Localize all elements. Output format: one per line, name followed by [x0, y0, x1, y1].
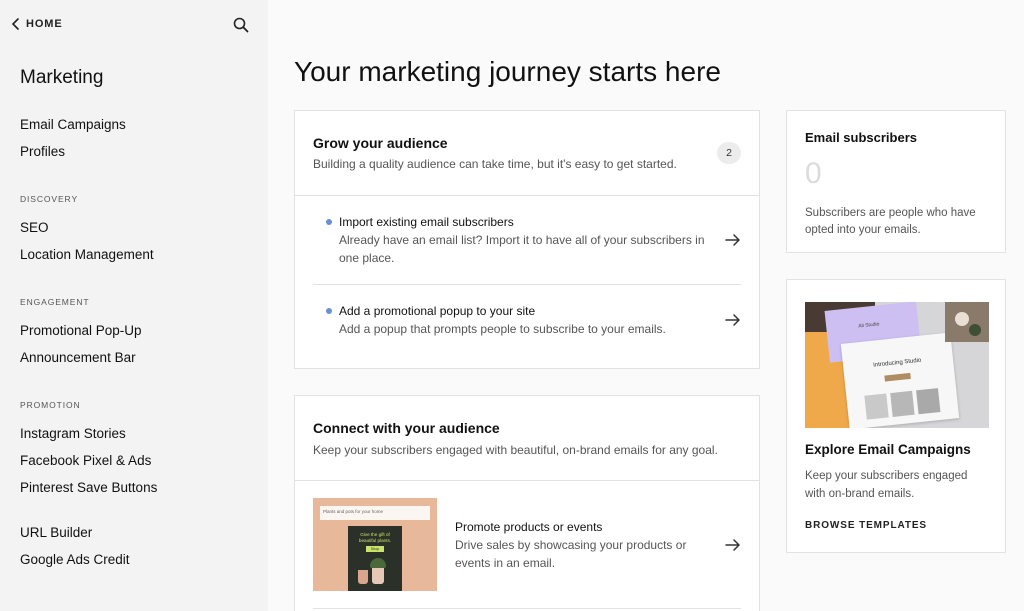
arrow-right-icon[interactable] [725, 313, 741, 327]
sidebar: HOME Marketing Email Campaigns Profiles … [0, 0, 268, 611]
sidebar-item-announcement-bar[interactable]: Announcement Bar [20, 350, 136, 365]
email-template-thumbnail: Plants and pots for your home Give the g… [313, 498, 437, 591]
plant-leaves-image [370, 558, 386, 568]
email-subscribers-card: Email subscribers 0 Subscribers are peop… [786, 110, 1006, 253]
sidebar-item-profiles[interactable]: Profiles [20, 144, 65, 159]
thumb-button: Shop [366, 546, 384, 552]
preview-photo [864, 393, 889, 420]
browse-templates-link[interactable]: BROWSE TEMPLATES [805, 520, 927, 531]
task-description: Drive sales by showcasing your products … [455, 538, 687, 552]
sidebar-item-facebook-pixel-ads[interactable]: Facebook Pixel & Ads [20, 453, 151, 468]
sidebar-title: Marketing [20, 67, 104, 88]
thumb-header-text: Plants and pots for your home [323, 509, 384, 514]
plant-pot-image [358, 570, 368, 584]
subscriber-count: 0 [805, 157, 822, 190]
chevron-left-icon [11, 18, 19, 30]
sidebar-item-instagram-stories[interactable]: Instagram Stories [20, 426, 126, 441]
preview-food-detail [969, 324, 981, 336]
sidebar-item-location-management[interactable]: Location Management [20, 247, 154, 262]
explore-email-campaigns-card: Ali Studio Introducing Studio Explore Em… [786, 279, 1006, 553]
preview-headline: Introducing Studio [872, 357, 922, 369]
task-description: Already have an email list? Import it to… [339, 233, 705, 247]
grow-audience-card: Grow your audience Building a quality au… [294, 110, 760, 369]
grow-audience-subtitle: Building a quality audience can take tim… [313, 157, 677, 171]
section-promotion: PROMOTION [20, 400, 81, 410]
preview-photo [916, 388, 941, 415]
subscribers-description: Subscribers are people who have [805, 207, 976, 219]
task-title: Add a promotional popup to your site [339, 304, 536, 318]
search-icon[interactable] [233, 17, 249, 33]
card-divider [295, 195, 759, 196]
sidebar-item-url-builder[interactable]: URL Builder [20, 525, 92, 540]
preview-caption: Ali Studio [858, 321, 880, 330]
connect-audience-subtitle: Keep your subscribers engaged with beaut… [313, 443, 718, 457]
home-label: HOME [26, 18, 63, 30]
task-divider [313, 608, 741, 609]
preview-food-detail [955, 312, 969, 326]
task-status-dot [326, 308, 332, 314]
task-divider [313, 284, 741, 285]
sidebar-item-email-campaigns[interactable]: Email Campaigns [20, 117, 126, 132]
task-status-dot [326, 219, 332, 225]
plant-pot-image [372, 566, 384, 584]
section-engagement: ENGAGEMENT [20, 297, 90, 307]
task-title: Import existing email subscribers [339, 215, 514, 229]
explore-description-line-2: with on-brand emails. [805, 488, 915, 500]
explore-description: Keep your subscribers engaged [805, 470, 968, 482]
card-divider [295, 480, 759, 481]
connect-audience-card: Connect with your audience Keep your sub… [294, 395, 760, 611]
preview-photo [890, 390, 915, 417]
grow-audience-title: Grow your audience [313, 135, 448, 151]
task-description-line-2: one place. [339, 251, 395, 265]
section-discovery: DISCOVERY [20, 194, 79, 204]
arrow-right-icon[interactable] [725, 538, 741, 552]
preview-email-card: Introducing Studio [840, 332, 960, 428]
sidebar-item-google-ads-credit[interactable]: Google Ads Credit [20, 552, 130, 567]
sidebar-item-promotional-pop-up[interactable]: Promotional Pop-Up [20, 323, 142, 338]
home-link[interactable]: HOME [10, 17, 63, 31]
subscribers-description-line-2: opted into your emails. [805, 224, 921, 236]
thumb-email-header: Plants and pots for your home [320, 506, 430, 520]
email-campaigns-preview-image: Ali Studio Introducing Studio [805, 302, 989, 428]
task-description-line-2: events in an email. [455, 556, 556, 570]
task-title: Promote products or events [455, 520, 603, 534]
page-title: Your marketing journey starts here [294, 56, 721, 87]
email-subscribers-title: Email subscribers [805, 130, 917, 145]
thumb-headline-line-2: beautiful plants. [358, 538, 392, 543]
explore-title: Explore Email Campaigns [805, 442, 971, 457]
task-description: Add a popup that prompts people to subsc… [339, 322, 666, 336]
sidebar-item-pinterest-save-buttons[interactable]: Pinterest Save Buttons [20, 480, 157, 495]
sidebar-item-seo[interactable]: SEO [20, 220, 49, 235]
thumb-email-body: Give the gift of beautiful plants. Shop [348, 526, 402, 591]
connect-audience-title: Connect with your audience [313, 420, 500, 436]
task-count-badge: 2 [717, 142, 741, 164]
thumb-headline: Give the gift of [360, 532, 390, 537]
arrow-right-icon[interactable] [725, 233, 741, 247]
preview-button [884, 372, 911, 382]
